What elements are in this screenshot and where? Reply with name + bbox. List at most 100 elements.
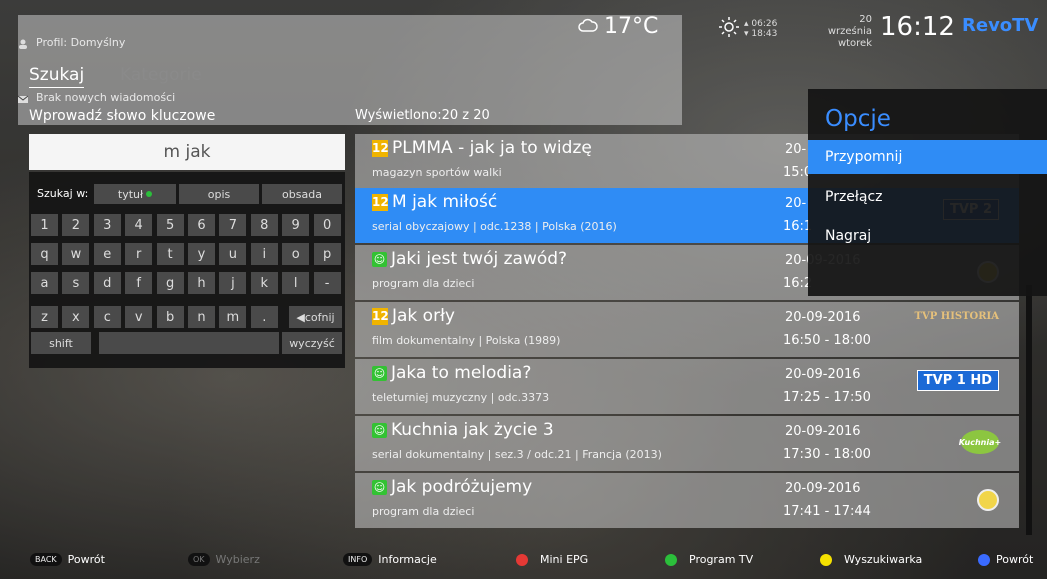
result-title: 12 Jak orły [372, 306, 455, 326]
tab-search[interactable]: Szukaj [29, 65, 85, 88]
key-m[interactable]: m [219, 306, 247, 328]
clear-key[interactable]: wyczyść [282, 332, 342, 354]
key-j[interactable]: j [219, 272, 247, 294]
result-title-text: Jaka to melodia? [391, 363, 532, 383]
result-title: ☺ Jaki jest twój zawód? [372, 249, 567, 269]
key-9[interactable]: 9 [282, 214, 310, 236]
key-2[interactable]: 2 [62, 214, 90, 236]
key-l[interactable]: l [282, 272, 310, 294]
key-y[interactable]: y [188, 243, 215, 265]
key-4[interactable]: 4 [125, 214, 153, 236]
key-x[interactable]: x [62, 306, 90, 328]
check-icon [146, 191, 153, 197]
result-subtitle: program dla dzieci [372, 505, 475, 518]
key-1[interactable]: 1 [31, 214, 58, 236]
key-o[interactable]: o [282, 243, 310, 265]
age-rating-badge: 12 [372, 193, 389, 211]
result-date: 20-09-2016 [785, 424, 861, 439]
key-u[interactable]: u [219, 243, 247, 265]
messages-status: Brak nowych wiadomości [36, 91, 176, 104]
green-button-hint[interactable]: Program TV [665, 553, 753, 566]
scrollbar[interactable] [1026, 285, 1032, 535]
key-5[interactable]: 5 [156, 214, 184, 236]
result-date: 20- [785, 196, 807, 211]
result-date: 20-09-2016 [785, 481, 861, 496]
key-d[interactable]: d [93, 272, 121, 294]
option-record[interactable]: Nagraj [808, 219, 1047, 253]
result-time: 17:30 - 18:00 [783, 447, 871, 462]
key-dot[interactable]: . [250, 306, 278, 328]
key-7[interactable]: 7 [219, 214, 247, 236]
key-p[interactable]: p [313, 243, 341, 265]
back-hint[interactable]: BACK Powrót [30, 553, 105, 566]
age-rating-badge: 12 [372, 139, 389, 157]
tab-categories[interactable]: Kategorie [120, 65, 202, 85]
result-title: 12 PLMMA - jak ja to widzę [372, 138, 592, 158]
filter-cast-button[interactable]: obsada [262, 184, 342, 204]
backspace-label: cofnij [304, 310, 335, 324]
sunset-time: 18:43 [751, 29, 778, 39]
shift-key[interactable]: shift [31, 332, 91, 354]
key-dash[interactable]: - [313, 272, 341, 294]
result-subtitle: program dla dzieci [372, 277, 475, 290]
key-3[interactable]: 3 [93, 214, 121, 236]
key-e[interactable]: e [93, 243, 121, 265]
key-8[interactable]: 8 [250, 214, 278, 236]
option-remind[interactable]: Przypomnij [808, 140, 1047, 174]
key-n[interactable]: n [188, 306, 215, 328]
kids-rating-icon: ☺ [372, 422, 387, 438]
filter-description-button[interactable]: opis [179, 184, 259, 204]
key-s[interactable]: s [62, 272, 90, 294]
result-row[interactable]: 12 Jak orły film dokumentalny | Polska (19… [355, 302, 1019, 357]
envelope-icon [17, 93, 29, 103]
key-f[interactable]: f [125, 272, 153, 294]
date-weekday: wtorek [837, 38, 872, 49]
result-row[interactable]: ☺ Jaka to melodia? teleturniej muzyczny | … [355, 359, 1019, 414]
result-title: ☺ Kuchnia jak życie 3 [372, 420, 554, 440]
result-subtitle: film dokumentalny | Polska (1989) [372, 334, 561, 347]
key-0[interactable]: 0 [313, 214, 341, 236]
result-subtitle: magazyn sportów walki [372, 166, 502, 179]
ok-hint[interactable]: OK Wybierz [188, 553, 260, 566]
back-hint-label: Powrót [67, 553, 105, 566]
key-z[interactable]: z [31, 306, 58, 328]
result-time: 16:50 - 18:00 [783, 333, 871, 348]
key-h[interactable]: h [188, 272, 215, 294]
key-c[interactable]: c [93, 306, 121, 328]
key-g[interactable]: g [156, 272, 184, 294]
yellow-button-hint[interactable]: Wyszukiwarka [820, 553, 922, 566]
key-b[interactable]: b [156, 306, 184, 328]
key-k[interactable]: k [250, 272, 278, 294]
channel-logo-text: Kuchnia+ [959, 430, 1001, 454]
channel-logo: Kuchnia+ [959, 430, 1001, 454]
key-t[interactable]: t [156, 243, 184, 265]
channel-logo: TVP HISTORIA [915, 312, 999, 322]
key-q[interactable]: q [31, 243, 58, 265]
key-6[interactable]: 6 [188, 214, 215, 236]
result-row[interactable]: ☺ Kuchnia jak życie 3 serial dokumentalny … [355, 416, 1019, 471]
key-r[interactable]: r [125, 243, 153, 265]
key-w[interactable]: w [62, 243, 90, 265]
key-i[interactable]: i [250, 243, 278, 265]
blue-hint-label: Powrót [996, 553, 1034, 566]
info-hint[interactable]: INFO Informacje [343, 553, 437, 566]
key-v[interactable]: v [125, 306, 153, 328]
option-switch[interactable]: Przełącz [808, 180, 1047, 214]
filter-label: Szukaj w: [37, 187, 89, 200]
red-button-hint[interactable]: Mini EPG [516, 553, 588, 566]
keyword-label: Wprowadź słowo kluczowe [29, 108, 216, 124]
blue-dot-icon [978, 553, 990, 566]
key-a[interactable]: a [31, 272, 58, 294]
search-input[interactable]: m jak [29, 134, 345, 170]
result-row[interactable]: ☺ Jak podróżujemy program dla dzieci 20-09-… [355, 473, 1019, 528]
space-key[interactable] [99, 332, 279, 354]
blue-button-hint[interactable]: Powrót [978, 553, 1033, 566]
date-day: 20 września [827, 14, 872, 37]
result-subtitle: teleturniej muzyczny | odc.3373 [372, 391, 550, 404]
result-date: 20-09-2016 [785, 310, 861, 325]
filter-title-button[interactable]: tytuł [94, 184, 176, 204]
weather: 17°C [578, 14, 658, 39]
clock: 16:12 [880, 12, 955, 42]
backspace-key[interactable]: ◀ cofnij [289, 306, 342, 328]
yellow-dot-icon [820, 553, 832, 566]
